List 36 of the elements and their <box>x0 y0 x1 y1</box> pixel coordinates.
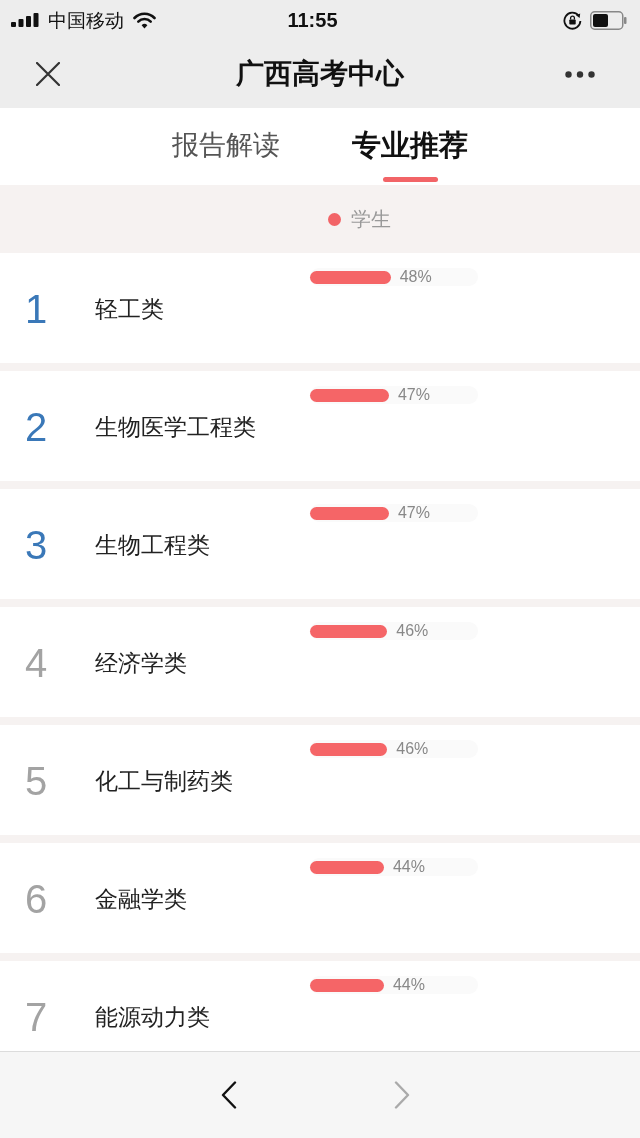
rank-number: 4 <box>25 643 48 683</box>
more-icon[interactable] <box>565 70 595 78</box>
back-icon[interactable] <box>221 1081 237 1109</box>
score-percent: 44% <box>392 858 425 876</box>
rank-number: 2 <box>25 407 48 447</box>
score-percent: 48% <box>399 268 432 286</box>
tab[interactable]: 报告解读 <box>172 108 280 162</box>
score-percent: 46% <box>396 740 429 758</box>
carrier-name: 中国移动 <box>48 8 124 32</box>
clock-time: 11:55 <box>287 8 338 32</box>
rotation-lock-icon <box>563 10 582 30</box>
legend-dot-icon <box>328 212 341 226</box>
major-name: 金融学类 <box>95 885 187 914</box>
rank-number: 3 <box>25 525 48 565</box>
rank-number: 1 <box>25 289 48 329</box>
tab-underline <box>382 177 438 182</box>
rank-number: 5 <box>25 761 48 801</box>
score-percent: 47% <box>397 386 430 404</box>
score-percent: 46% <box>396 622 429 640</box>
score-percent: 44% <box>392 976 425 994</box>
major-name: 生物医学工程类 <box>95 413 256 442</box>
major-name: 能源动力类 <box>95 1003 210 1032</box>
signal-icon <box>11 13 39 27</box>
wifi-icon <box>133 11 156 29</box>
rank-number: 7 <box>25 997 48 1037</box>
battery-icon <box>590 10 627 30</box>
tab[interactable]: 专业推荐 <box>352 108 468 182</box>
legend-label: 学生 <box>351 206 391 232</box>
page-title: 广西高考中心 <box>236 56 404 92</box>
rank-number: 6 <box>25 879 48 919</box>
major-name: 轻工类 <box>95 295 164 324</box>
score-percent: 47% <box>397 504 430 522</box>
major-name: 经济学类 <box>95 649 187 678</box>
major-name: 化工与制药类 <box>95 767 233 796</box>
close-icon[interactable] <box>36 62 60 86</box>
major-name: 生物工程类 <box>95 531 210 560</box>
